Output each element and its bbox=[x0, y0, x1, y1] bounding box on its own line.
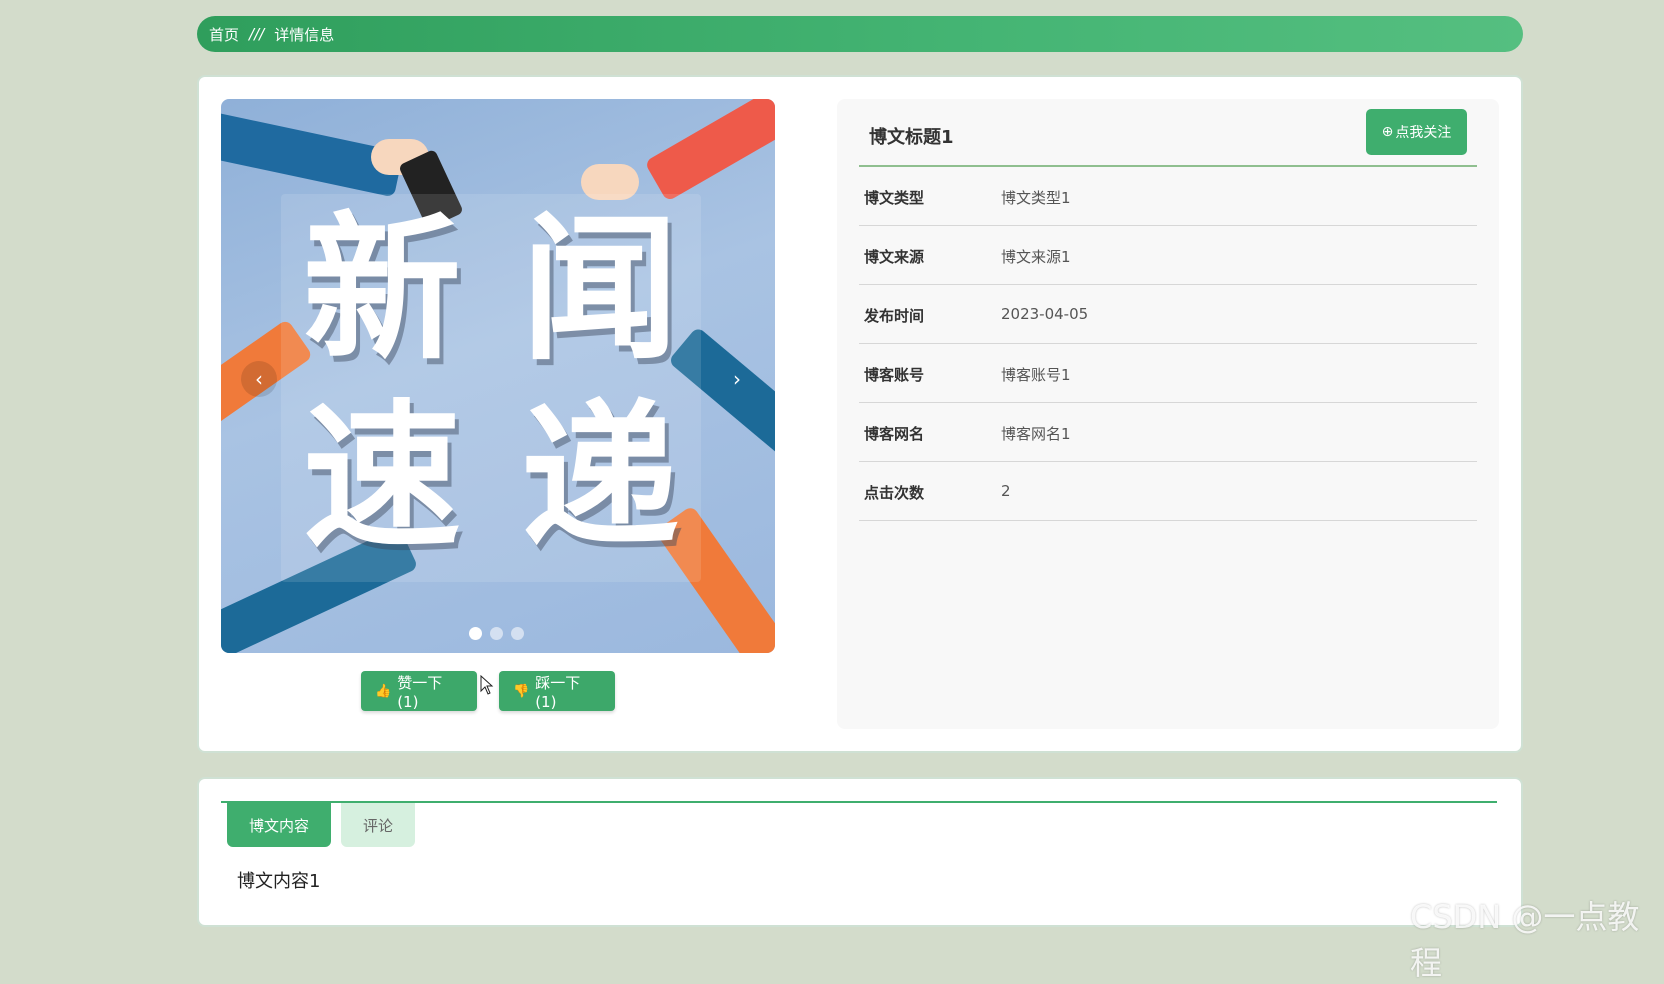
thumbs-down-icon: 👎 bbox=[513, 683, 530, 699]
post-title: 博文标题1 bbox=[869, 127, 954, 148]
field-label: 点击次数 bbox=[864, 484, 925, 502]
post-content-text: 博文内容1 bbox=[237, 871, 321, 892]
plus-circle-icon: ⊕ bbox=[1381, 124, 1394, 140]
dislike-button[interactable]: 👎 踩一下(1) bbox=[499, 671, 615, 711]
carousel-prev-icon[interactable]: ‹ bbox=[241, 361, 277, 397]
carousel-dot[interactable] bbox=[511, 627, 524, 640]
detail-panel: 新 闻 速 递 ‹ › 👍 赞一下(1) 👎 踩一下(1) 博文标题1 ⊕ 点我… bbox=[197, 75, 1523, 753]
field-label: 博客网名 bbox=[864, 425, 925, 443]
field-value: 博文来源1 bbox=[1001, 248, 1071, 266]
headline-char: 新 bbox=[303, 198, 461, 382]
field-value: 博客账号1 bbox=[1001, 366, 1071, 384]
detail-row: 点击次数 2 bbox=[859, 462, 1477, 521]
content-panel: 博文内容 评论 博文内容1 bbox=[197, 777, 1523, 927]
carousel-dot[interactable] bbox=[490, 627, 503, 640]
field-value: 博文类型1 bbox=[1001, 189, 1071, 207]
image-carousel[interactable]: 新 闻 速 递 ‹ › bbox=[221, 99, 775, 653]
field-value: 博客网名1 bbox=[1001, 425, 1071, 443]
headline-char: 递 bbox=[521, 386, 679, 570]
field-label: 发布时间 bbox=[864, 307, 925, 325]
breadcrumb: 首页 /// 详情信息 bbox=[197, 16, 1523, 52]
field-value: 2 bbox=[1001, 482, 1011, 500]
detail-row: 博文类型 博文类型1 bbox=[859, 167, 1477, 226]
carousel-dot[interactable] bbox=[469, 627, 482, 640]
thumbs-up-icon: 👍 bbox=[375, 683, 392, 699]
detail-info-box: 博文标题1 ⊕ 点我关注 博文类型 博文类型1 博文来源 博文来源1 发布时间 … bbox=[837, 99, 1499, 729]
tab-post-content[interactable]: 博文内容 bbox=[227, 803, 331, 847]
like-button[interactable]: 👍 赞一下(1) bbox=[361, 671, 477, 711]
field-value: 2023-04-05 bbox=[1001, 305, 1089, 323]
mouse-cursor-icon bbox=[480, 675, 494, 695]
follow-label: 点我关注 bbox=[1395, 125, 1452, 141]
headline-char: 速 bbox=[303, 386, 461, 570]
detail-row: 博客账号 博客账号1 bbox=[859, 344, 1477, 403]
dislike-label: 踩一下(1) bbox=[535, 673, 581, 711]
detail-header: 博文标题1 ⊕ 点我关注 bbox=[859, 99, 1477, 167]
breadcrumb-current: 详情信息 bbox=[274, 25, 335, 44]
headline-char: 闻 bbox=[521, 198, 679, 382]
field-label: 博文来源 bbox=[864, 248, 925, 266]
watermark: CSDN @一点教程 bbox=[1410, 898, 1640, 982]
detail-row: 发布时间 2023-04-05 bbox=[859, 285, 1477, 344]
carousel-indicators bbox=[469, 627, 524, 640]
detail-row: 博客网名 博客网名1 bbox=[859, 403, 1477, 462]
carousel-next-icon[interactable]: › bbox=[719, 361, 755, 397]
field-label: 博文类型 bbox=[864, 189, 925, 207]
follow-button[interactable]: ⊕ 点我关注 bbox=[1366, 109, 1467, 155]
detail-row: 博文来源 博文来源1 bbox=[859, 226, 1477, 285]
tab-comments[interactable]: 评论 bbox=[341, 803, 415, 847]
breadcrumb-separator: /// bbox=[249, 25, 265, 43]
breadcrumb-home-link[interactable]: 首页 bbox=[209, 24, 239, 45]
illustration-sleeve bbox=[644, 99, 775, 202]
like-label: 赞一下(1) bbox=[397, 673, 443, 711]
field-label: 博客账号 bbox=[864, 366, 925, 384]
detail-fields: 博文类型 博文类型1 博文来源 博文来源1 发布时间 2023-04-05 博客… bbox=[859, 167, 1477, 521]
